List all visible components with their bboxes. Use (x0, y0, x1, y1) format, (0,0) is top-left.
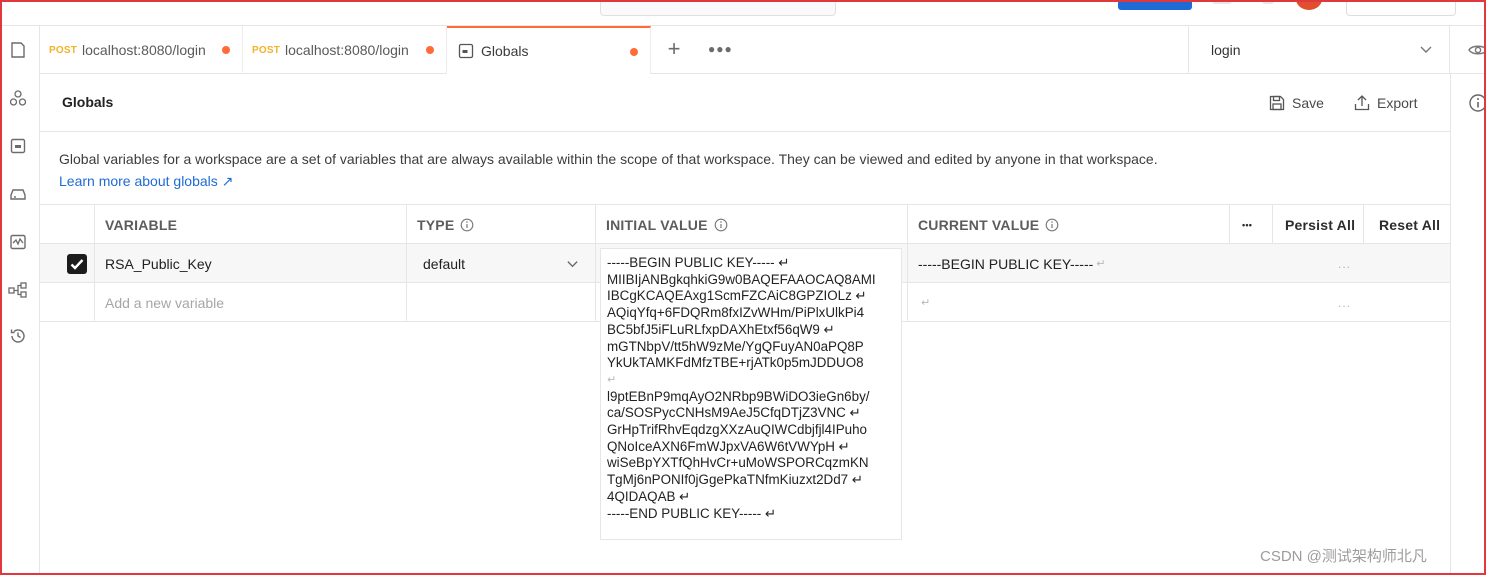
eye-icon[interactable] (1468, 40, 1486, 60)
row-more-icon: ... (1337, 256, 1351, 271)
tab-globals[interactable]: Globals (447, 26, 651, 74)
new-type-cell[interactable] (406, 283, 595, 322)
new-tab-button[interactable]: + (662, 38, 686, 62)
enable-cell (40, 283, 94, 322)
invite-button[interactable] (1118, 0, 1192, 10)
row-actions[interactable]: ... (1229, 244, 1450, 283)
column-variable: VARIABLE (94, 205, 406, 244)
settings-icon[interactable] (1262, 0, 1274, 4)
tab-request-2[interactable]: POST localhost:8080/login (243, 26, 447, 74)
info-icon[interactable] (1045, 218, 1059, 232)
editor-line: BC5bfJ5iFLuRLfxpDAXhEtxf56qW9 ↵ (607, 321, 835, 337)
unsaved-indicator (426, 46, 434, 54)
learn-more-link[interactable]: Learn more about globals ↗ (59, 173, 233, 190)
apis-icon[interactable] (8, 88, 28, 108)
tab-label: localhost:8080/login (285, 42, 409, 58)
globals-content: Global variables for a workspace are a s… (40, 132, 1450, 573)
editor-line: ↵ (607, 373, 617, 386)
editor-line: MIIBIjANBgkqhkiG9w0BAQEFAAOCAQ8AMI (607, 271, 876, 287)
method-badge: POST (49, 44, 78, 56)
export-label: Export (1377, 95, 1418, 111)
column-options-button[interactable]: ••• (1229, 205, 1272, 244)
info-icon[interactable] (1468, 93, 1486, 113)
top-app-bar (0, 0, 1486, 26)
editor-line: AQiqYfq+6FDQRm8fxIZvWHm/PiPlxUlkPi4 (607, 305, 865, 321)
editor-line: l9ptEBnP9mqAyO2NRbp9BWiDO3ieGn6by/ (607, 388, 870, 404)
chevron-down-icon (1420, 46, 1432, 53)
info-icon[interactable] (460, 218, 474, 232)
editor-line: IBCgKCAQEAxg1ScmFZCAiC8GPZIOLz ↵ (607, 288, 867, 304)
globals-description: Global variables for a workspace are a s… (59, 151, 1158, 167)
column-initial-label: INITIAL VALUE (606, 216, 708, 233)
environment-name: login (1211, 42, 1241, 58)
column-type-label: TYPE (417, 216, 455, 233)
column-type: TYPE (406, 205, 595, 244)
current-value-field[interactable]: -----BEGIN PUBLIC KEY----- ↵ (907, 244, 1229, 283)
upgrade-button[interactable] (1346, 0, 1456, 16)
unsaved-indicator (222, 46, 230, 54)
editor-line: TgMj6nPONIf0jGgePkaTNfmKiuzxt2Dd7 ↵ (607, 472, 864, 488)
editor-line: wiSeBpYXTfQhHvCr+uMoWSPORCqzmKN (607, 455, 869, 471)
history-icon[interactable] (8, 326, 28, 346)
initial-value-editor[interactable]: -----BEGIN PUBLIC KEY----- ↵ MIIBIjANBgk… (600, 248, 902, 540)
method-badge: POST (252, 44, 281, 56)
add-variable-input[interactable]: Add a new variable (94, 283, 406, 322)
row-more-icon: ... (1337, 295, 1351, 310)
editor-line: QNoIceAXN6FmWJpxVA6W6tVWYpH ↵ (607, 438, 850, 454)
return-mark: ↵ (921, 297, 931, 309)
save-label: Save (1292, 95, 1324, 111)
tab-label: localhost:8080/login (82, 42, 206, 58)
editor-line: -----END PUBLIC KEY----- ↵ (607, 505, 777, 521)
right-context-bar (1450, 74, 1486, 573)
chevron-down-icon (567, 261, 578, 268)
column-variable-label: VARIABLE (105, 216, 178, 233)
globals-header: Globals Save Export (40, 74, 1450, 132)
check-icon (70, 259, 84, 270)
editor-line: 4QIDAQAB ↵ (607, 488, 691, 504)
tab-request-1[interactable]: POST localhost:8080/login (40, 26, 243, 74)
export-button[interactable]: Export (1353, 92, 1417, 114)
environment-selector[interactable]: login (1188, 26, 1450, 74)
flows-icon[interactable] (8, 280, 28, 300)
enable-checkbox[interactable] (67, 254, 87, 274)
return-mark: ↵ (1096, 258, 1106, 270)
current-value-text: -----BEGIN PUBLIC KEY----- (918, 255, 1094, 272)
editor-line: mGTNbpV/tt5hW9zMe/YgQFuyAN0aPQ8P (607, 338, 864, 354)
editor-line: GrHpTrifRhvEqdzgXXzAuQIWCdbjfjl4IPuho (607, 422, 867, 438)
unsaved-indicator (630, 48, 638, 56)
persist-all-button[interactable]: Persist All (1272, 205, 1363, 244)
type-select[interactable]: default (406, 244, 595, 283)
watermark: CSDN @测试架构师北凡 (1260, 548, 1427, 565)
page-title: Globals (62, 94, 114, 110)
editor-line: -----BEGIN PUBLIC KEY----- ↵ (607, 255, 790, 270)
info-icon[interactable] (714, 218, 728, 232)
export-icon (1354, 95, 1370, 111)
row-actions[interactable]: ... (1229, 283, 1450, 322)
globals-icon (458, 43, 474, 59)
type-select-value: default (423, 255, 466, 272)
search-box[interactable] (600, 0, 836, 16)
monitors-icon[interactable] (8, 232, 28, 252)
column-current-label: CURRENT VALUE (918, 216, 1040, 233)
tab-label: Globals (481, 43, 529, 59)
enable-cell (40, 244, 94, 283)
collections-icon[interactable] (8, 40, 28, 60)
reset-all-button[interactable]: Reset All (1363, 205, 1450, 244)
save-icon (1269, 95, 1285, 111)
editor-line: YkUkTAMKFdMfzTBE+rjATk0p5mJDDUO8 (607, 355, 864, 371)
column-initial-value: INITIAL VALUE (595, 205, 907, 244)
avatar[interactable] (1296, 0, 1322, 10)
sync-icon[interactable] (1212, 0, 1232, 4)
column-current-value: CURRENT VALUE (907, 205, 1229, 244)
tab-bar: POST localhost:8080/login POST localhost… (40, 26, 1486, 74)
left-sidebar-rail (2, 26, 40, 573)
table-header: VARIABLE TYPE INITIAL VALUE CURRENT VALU… (40, 204, 1450, 244)
more-tabs-icon[interactable]: ●●● (708, 38, 732, 62)
save-button[interactable]: Save (1268, 92, 1324, 114)
editor-line: ca/SOSPycCNHsM9AeJ5CfqDTjZ3VNC ↵ (607, 405, 861, 421)
environments-icon[interactable] (8, 136, 28, 156)
new-current-value-cell[interactable]: ↵ (907, 283, 1229, 322)
variable-name-field[interactable]: RSA_Public_Key (94, 244, 406, 283)
mock-servers-icon[interactable] (8, 184, 28, 204)
